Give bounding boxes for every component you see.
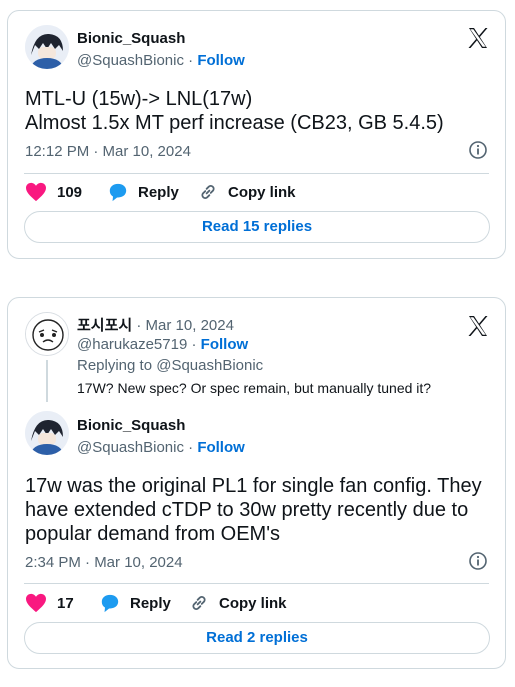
parent-author-name[interactable]: 포시포시 <box>77 317 132 334</box>
avatar-image <box>25 25 69 69</box>
x-logo-icon[interactable] <box>466 314 490 338</box>
author-name[interactable]: Bionic_Squash <box>77 417 185 434</box>
copy-link-label: Copy link <box>228 183 296 201</box>
parent-avatar-image <box>26 313 68 355</box>
like-count: 109 <box>57 183 83 201</box>
avatar-image <box>25 411 69 455</box>
author-handle-row: @SquashBionic · Follow <box>77 439 245 456</box>
info-icon[interactable] <box>468 551 488 571</box>
tweet-text: 17w was the original PL1 for single fan … <box>25 475 482 545</box>
avatar[interactable] <box>25 411 69 455</box>
author-name[interactable]: Bionic_Squash <box>77 30 185 47</box>
author-handle[interactable]: @SquashBionic <box>77 439 184 456</box>
divider <box>24 173 489 174</box>
link-icon <box>201 185 215 199</box>
link-icon <box>192 596 206 610</box>
like-button[interactable]: 17 <box>25 593 74 613</box>
separator-dot: · <box>188 52 198 69</box>
read-replies-button[interactable]: Read 2 replies <box>24 622 490 654</box>
copy-link-button[interactable]: Copy link <box>198 182 296 202</box>
replying-to[interactable]: Replying to @SquashBionic <box>77 357 263 374</box>
parent-avatar[interactable] <box>25 312 69 356</box>
author-handle[interactable]: @SquashBionic <box>77 52 184 69</box>
copy-link-label: Copy link <box>219 594 287 612</box>
timestamp[interactable]: 2:34 PM · Mar 10, 2024 <box>25 554 183 571</box>
reply-bubble-icon <box>101 594 119 613</box>
separator-dot: · <box>136 317 146 334</box>
reply-label: Reply <box>138 183 179 201</box>
parent-author-row: 포시포시 · Mar 10, 2024 <box>77 314 234 335</box>
read-replies-button[interactable]: Read 15 replies <box>24 211 490 243</box>
timestamp[interactable]: 12:12 PM · Mar 10, 2024 <box>25 143 191 160</box>
heart-icon <box>26 593 46 613</box>
separator-dot: · <box>188 439 198 456</box>
parent-author-handle[interactable]: @harukaze5719 <box>77 336 187 353</box>
heart-icon <box>26 182 46 202</box>
tweet-text-line-2: Almost 1.5x MT perf increase (CB23, GB 5… <box>25 112 444 134</box>
parent-date[interactable]: Mar 10, 2024 <box>146 317 234 334</box>
parent-follow-button[interactable]: Follow <box>201 336 249 353</box>
like-count: 17 <box>57 594 74 612</box>
divider <box>24 583 489 584</box>
follow-button[interactable]: Follow <box>197 52 245 69</box>
tweet-card-1: Bionic_Squash @SquashBionic · Follow MTL… <box>7 10 506 259</box>
thread-connector-line <box>46 360 48 402</box>
x-logo-icon[interactable] <box>466 26 490 50</box>
reply-button[interactable]: Reply <box>100 593 171 613</box>
author-handle-row: @SquashBionic · Follow <box>77 52 245 69</box>
tweet-card-2: 포시포시 · Mar 10, 2024 @harukaze5719 · Foll… <box>7 297 506 669</box>
parent-handle-row: @harukaze5719 · Follow <box>77 336 248 353</box>
avatar[interactable] <box>25 25 69 69</box>
tweet-text-line-1: MTL-U (15w)-> LNL(17w) <box>25 88 253 110</box>
follow-button[interactable]: Follow <box>197 439 245 456</box>
reply-bubble-icon <box>109 183 127 202</box>
parent-tweet-text: 17W? New spec? Or spec remain, but manua… <box>77 380 432 396</box>
reply-button[interactable]: Reply <box>108 182 179 202</box>
like-button[interactable]: 109 <box>25 182 82 202</box>
copy-link-button[interactable]: Copy link <box>189 593 287 613</box>
info-icon[interactable] <box>468 140 488 160</box>
reply-label: Reply <box>130 594 171 612</box>
separator-dot: · <box>191 336 201 353</box>
